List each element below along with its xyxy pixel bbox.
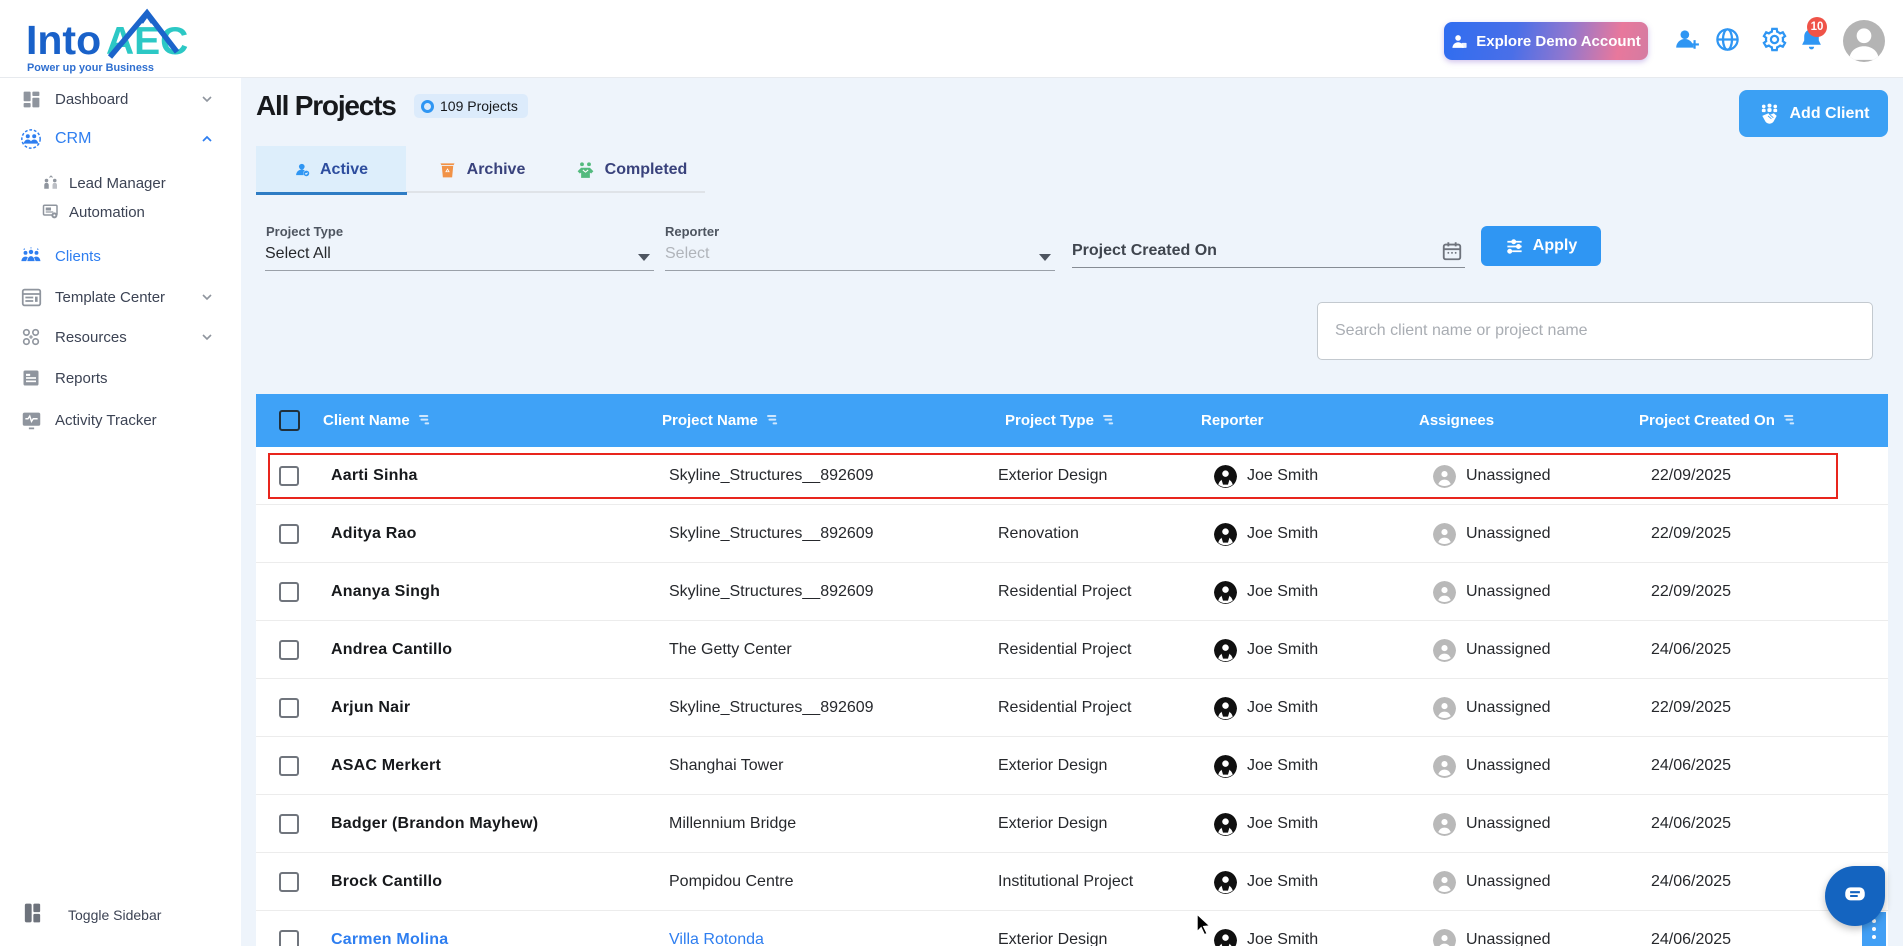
svg-text:AEC: AEC xyxy=(106,20,188,63)
svg-text:Into: Into xyxy=(27,17,101,63)
svg-text:Power up your Business: Power up your Business xyxy=(27,62,154,74)
